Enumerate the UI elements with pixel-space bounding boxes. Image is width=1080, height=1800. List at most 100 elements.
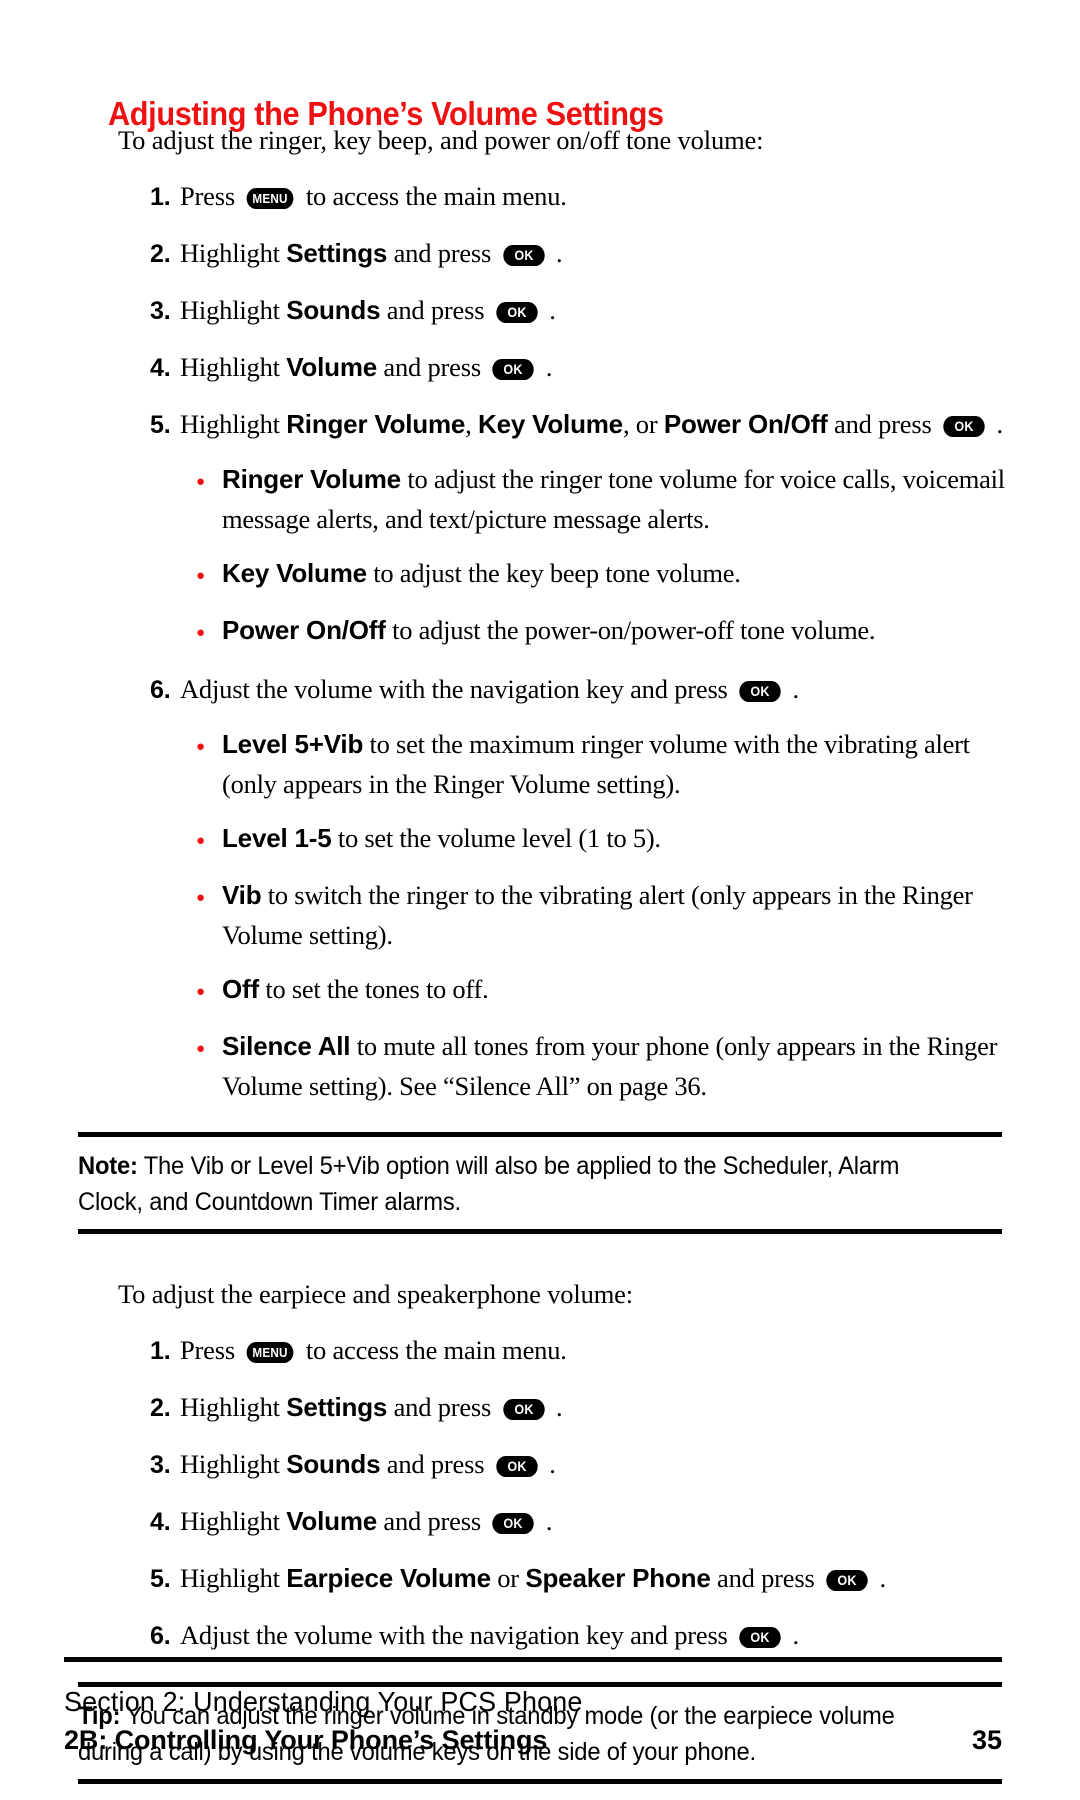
ok-key-icon[interactable]: OK bbox=[492, 359, 535, 380]
menu-key-icon[interactable]: MENU bbox=[246, 188, 294, 209]
option-label: Power On/Off bbox=[222, 615, 386, 645]
step-text: Highlight Volume and press OK . bbox=[180, 347, 1080, 387]
menu-item-label: Volume bbox=[286, 352, 377, 382]
step-text-post: . bbox=[549, 1392, 563, 1422]
ok-key-icon[interactable]: OK bbox=[739, 681, 781, 702]
step-1-3: 3. Highlight Sounds and press OK . bbox=[150, 290, 1080, 331]
step-text: Highlight Settings and press OK . bbox=[180, 233, 1080, 273]
option-label: Level 5+Vib bbox=[222, 729, 364, 759]
step-text-mid: and press bbox=[387, 238, 498, 268]
bullet-dot-icon bbox=[196, 610, 222, 653]
step-text: Highlight Ringer Volume, Key Volume, or … bbox=[180, 404, 1080, 444]
step-number: 2. bbox=[150, 1394, 171, 1422]
list-item-text: Vib to switch the ringer to the vibratin… bbox=[222, 875, 1010, 955]
step-1-4: 4. Highlight Volume and press OK . bbox=[150, 347, 1080, 388]
step-number: 2. bbox=[150, 240, 171, 268]
step-text-post: to access the main menu. bbox=[299, 181, 567, 211]
menu-item-label: Ringer Volume bbox=[286, 409, 466, 439]
list-item-text: Ringer Volume to adjust the ringer tone … bbox=[222, 459, 1010, 539]
list-item: Silence All to mute all tones from your … bbox=[196, 1026, 1010, 1106]
page-number: 35 bbox=[971, 1725, 1002, 1755]
section-two-lead: To adjust the earpiece and speakerphone … bbox=[118, 1279, 634, 1309]
list-item-text: Silence All to mute all tones from your … bbox=[222, 1026, 1010, 1106]
list-item: Key Volume to adjust the key beep tone v… bbox=[196, 553, 1010, 596]
step-text-sep: , or bbox=[622, 409, 664, 439]
step-2-5: 5. Highlight Earpiece Volume or Speaker … bbox=[150, 1558, 1080, 1599]
step-2-4: 4. Highlight Volume and press OK . bbox=[150, 1501, 1080, 1542]
step-number: 1. bbox=[150, 183, 171, 211]
step-text-pre: Highlight bbox=[180, 1506, 287, 1536]
step-text: Highlight Sounds and press OK . bbox=[180, 1444, 1080, 1484]
step-text-post: . bbox=[549, 238, 563, 268]
step-text-post: . bbox=[542, 295, 556, 325]
step-text-mid: and press bbox=[380, 295, 491, 325]
menu-item-label: Power On/Off bbox=[663, 409, 828, 439]
step-text: Highlight Earpiece Volume or Speaker Pho… bbox=[180, 1558, 1080, 1598]
ok-key-icon[interactable]: OK bbox=[502, 1399, 545, 1420]
note-callout: Note: The Vib or Level 5+Vib option will… bbox=[78, 1132, 1002, 1234]
list-item-text: Power On/Off to adjust the power-on/powe… bbox=[222, 610, 1010, 650]
ok-key-icon[interactable]: OK bbox=[496, 302, 538, 323]
step-text-pre: Press bbox=[180, 181, 242, 211]
option-label: Ringer Volume bbox=[222, 464, 401, 494]
step-number: 3. bbox=[150, 1451, 171, 1479]
step-text-pre: Highlight bbox=[180, 1563, 287, 1593]
ok-key-icon[interactable]: OK bbox=[943, 416, 985, 437]
step-text-mid: and press bbox=[827, 409, 939, 439]
option-description: to switch the ringer to the vibrating al… bbox=[222, 880, 973, 950]
step-text: Highlight Settings and press OK . bbox=[180, 1387, 1080, 1427]
menu-item-label: Sounds bbox=[286, 1449, 381, 1479]
step-text-post: . bbox=[873, 1563, 886, 1593]
bullet-dot-icon bbox=[196, 1026, 222, 1069]
step-number: 3. bbox=[150, 297, 171, 325]
step-text: Press MENU to access the main menu. bbox=[180, 1330, 1080, 1370]
step-text-pre: Highlight bbox=[180, 1449, 287, 1479]
list-item: Power On/Off to adjust the power-on/powe… bbox=[196, 610, 1010, 653]
step-2-2: 2. Highlight Settings and press OK . bbox=[150, 1387, 1080, 1428]
step-text-pre: Highlight bbox=[180, 295, 287, 325]
step-number: 4. bbox=[150, 354, 171, 382]
step-text: Press MENU to access the main menu. bbox=[180, 176, 1080, 216]
option-description: to set the tones to off. bbox=[258, 974, 489, 1004]
note-body: The Vib or Level 5+Vib option will also … bbox=[78, 1152, 900, 1216]
list-item: Vib to switch the ringer to the vibratin… bbox=[196, 875, 1010, 955]
step-text: Highlight Volume and press OK . bbox=[180, 1501, 1080, 1541]
step-number: 1. bbox=[150, 1337, 171, 1365]
list-item: Level 1-5 to set the volume level (1 to … bbox=[196, 818, 1010, 861]
section-one-lead: To adjust the ringer, key beep, and powe… bbox=[118, 125, 764, 155]
menu-item-label: Earpiece Volume bbox=[286, 1563, 491, 1593]
option-label: Level 1-5 bbox=[222, 823, 332, 853]
bullet-dot-icon bbox=[196, 459, 222, 502]
ok-key-icon[interactable]: OK bbox=[826, 1570, 868, 1591]
step-number: 4. bbox=[150, 1508, 171, 1536]
step-text-post: . bbox=[539, 352, 553, 382]
menu-item-label: Sounds bbox=[286, 295, 381, 325]
ok-key-icon[interactable]: OK bbox=[496, 1456, 538, 1477]
step-text: Highlight Sounds and press OK . bbox=[180, 290, 1080, 330]
option-description: to adjust the power-on/power-off tone vo… bbox=[385, 615, 876, 645]
list-item-text: Off to set the tones to off. bbox=[222, 969, 1010, 1009]
step-text-post: . bbox=[539, 1506, 553, 1536]
step-text-mid: and press bbox=[377, 352, 488, 382]
ok-key-icon[interactable]: OK bbox=[502, 245, 545, 266]
ok-key-icon[interactable]: OK bbox=[492, 1513, 535, 1534]
bullet-dot-icon bbox=[196, 553, 222, 596]
step-1-1: 1. Press MENU to access the main menu. bbox=[150, 176, 1080, 217]
menu-item-label: Volume bbox=[286, 1506, 377, 1536]
step-text: Adjust the volume with the navigation ke… bbox=[180, 669, 1080, 709]
step-text-post: . bbox=[542, 1449, 556, 1479]
step-text-pre: Highlight bbox=[180, 1392, 287, 1422]
menu-key-icon[interactable]: MENU bbox=[246, 1342, 294, 1363]
step-text-mid: and press bbox=[380, 1449, 491, 1479]
step-text-pre: Highlight bbox=[180, 238, 287, 268]
step-number: 6. bbox=[150, 1622, 171, 1650]
list-item-text: Level 5+Vib to set the maximum ringer vo… bbox=[222, 724, 1010, 804]
step-text-post: to access the main menu. bbox=[299, 1335, 567, 1365]
step-number: 6. bbox=[150, 676, 171, 704]
ok-key-icon[interactable]: OK bbox=[739, 1627, 781, 1648]
step-text-pre: Press bbox=[180, 1335, 242, 1365]
step-2-1: 1. Press MENU to access the main menu. bbox=[150, 1330, 1080, 1371]
step-text-pre: Adjust the volume with the navigation ke… bbox=[180, 1620, 735, 1650]
note-text: Note: The Vib or Level 5+Vib option will… bbox=[78, 1148, 956, 1220]
bullet-dot-icon bbox=[196, 969, 222, 1012]
